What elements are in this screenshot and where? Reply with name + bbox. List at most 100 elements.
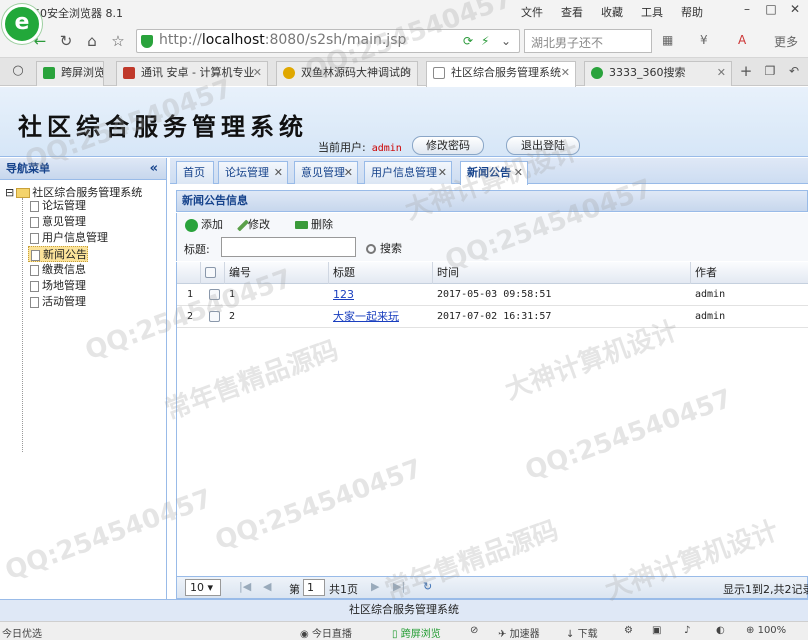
checkbox-icon bbox=[209, 311, 220, 322]
cell-title-link[interactable]: 123 bbox=[329, 284, 354, 306]
grid-icon[interactable]: ▦ bbox=[662, 33, 673, 47]
status-sound-icon[interactable]: ♪ bbox=[684, 625, 690, 636]
sidebar-item-users[interactable]: 用户信息管理 bbox=[28, 230, 108, 246]
url-text: http://localhost:8080/s2sh/main.jsp bbox=[159, 32, 407, 48]
checkbox-icon bbox=[205, 267, 216, 278]
menu-view[interactable]: 查看 bbox=[552, 4, 592, 20]
reload-icon[interactable]: ↻ bbox=[423, 580, 432, 593]
dropdown-icon[interactable]: ⌄ bbox=[501, 34, 511, 48]
search-button[interactable]: 搜索 bbox=[366, 240, 402, 256]
tree-collapse-icon[interactable]: ⊟ bbox=[5, 186, 14, 199]
status-live[interactable]: ◉ 今日直播 bbox=[300, 625, 352, 640]
browser-logo-icon: e bbox=[2, 4, 42, 44]
title-filter-input[interactable] bbox=[221, 237, 356, 257]
browser-tab-360-search[interactable]: 3333_360搜索 ✕ bbox=[584, 61, 732, 86]
page-number-input[interactable]: 1 bbox=[303, 579, 325, 596]
close-window-icon[interactable]: ✕ bbox=[784, 2, 806, 20]
column-id[interactable]: 编号 bbox=[225, 262, 329, 284]
edit-button[interactable]: 修改 bbox=[236, 217, 270, 233]
tab-label: 3333_360搜索 bbox=[609, 66, 686, 79]
cell-id: 2 bbox=[229, 311, 236, 322]
tab-list-icon[interactable]: ❐ bbox=[760, 61, 780, 81]
tab-close-icon[interactable]: ✕ bbox=[253, 62, 262, 84]
status-daily-picks[interactable]: 今日优选 bbox=[2, 625, 42, 640]
collapse-icon[interactable]: « bbox=[150, 158, 158, 180]
status-accelerator[interactable]: ✈ 加速器 bbox=[498, 625, 540, 640]
new-tab-icon[interactable]: + bbox=[736, 61, 756, 81]
table-row[interactable]: 1 1 123 2017-05-03 09:58:51 admin bbox=[177, 284, 808, 306]
menu-favorites[interactable]: 收藏 bbox=[592, 4, 632, 20]
column-title[interactable]: 标题 bbox=[329, 262, 433, 284]
grid-header: 编号 标题 时间 作者 bbox=[177, 262, 808, 284]
title-filter-label: 标题: bbox=[184, 243, 210, 256]
tab-home[interactable]: 首页 bbox=[176, 161, 214, 184]
status-zoom[interactable]: ⊕ 100% bbox=[746, 625, 786, 636]
column-author[interactable]: 作者 bbox=[691, 262, 808, 284]
status-snapshot-icon[interactable]: ▣ bbox=[652, 625, 661, 636]
column-time[interactable]: 时间 bbox=[433, 262, 691, 284]
status-download[interactable]: ↓ 下载 bbox=[566, 625, 598, 640]
next-page-icon[interactable]: ▶ bbox=[371, 580, 379, 593]
tab-close-icon[interactable]: ✕ bbox=[344, 162, 353, 183]
status-tool-icon[interactable]: ⚙ bbox=[624, 625, 633, 636]
browser-tab-community[interactable]: 社区综合服务管理系统 ✕ bbox=[426, 61, 576, 87]
tab-forum[interactable]: 论坛管理 ✕ bbox=[218, 161, 288, 184]
add-button[interactable]: 添加 bbox=[185, 217, 223, 233]
sidebar-item-activities[interactable]: 活动管理 bbox=[28, 294, 86, 310]
sidebar-item-venues[interactable]: 场地管理 bbox=[28, 278, 86, 294]
translate-icon[interactable]: A bbox=[738, 33, 746, 47]
sidebar-item-feedback[interactable]: 意见管理 bbox=[28, 214, 86, 230]
delete-button[interactable]: 删除 bbox=[295, 217, 333, 233]
tab-close-icon[interactable]: ✕ bbox=[274, 162, 283, 183]
menu-file[interactable]: 文件 bbox=[512, 4, 552, 20]
cloud-icon[interactable]: ○ bbox=[8, 61, 28, 81]
tab-favicon-icon bbox=[591, 67, 603, 79]
speed-icon[interactable]: ⟳ bbox=[463, 34, 473, 48]
wallet-icon[interactable]: ¥ bbox=[700, 33, 708, 47]
logout-button[interactable]: 退出登陆 bbox=[506, 136, 580, 155]
tab-close-icon[interactable]: ✕ bbox=[514, 162, 523, 183]
first-page-icon[interactable]: |◀ bbox=[239, 580, 251, 593]
sidebar-item-forum[interactable]: 论坛管理 bbox=[28, 198, 86, 214]
tab-close-icon[interactable]: ✕ bbox=[561, 62, 570, 84]
browser-tab-cross-screen[interactable]: 跨屏浏览 bbox=[36, 61, 104, 86]
star-icon[interactable]: ☆ bbox=[108, 31, 128, 51]
status-cross-screen[interactable]: ▯ 跨屏浏览 bbox=[392, 625, 441, 640]
sidebar-item-payments[interactable]: 缴费信息 bbox=[28, 262, 86, 278]
last-page-icon[interactable]: ▶| bbox=[393, 580, 405, 593]
select-all-checkbox[interactable] bbox=[201, 262, 225, 284]
tab-users[interactable]: 用户信息管理 ✕ bbox=[364, 161, 452, 184]
tab-feedback[interactable]: 意见管理 ✕ bbox=[294, 161, 358, 184]
lightning-icon[interactable]: ⚡ bbox=[481, 34, 489, 48]
refresh-icon[interactable]: ↻ bbox=[56, 31, 76, 51]
search-input[interactable]: 湖北男子还不 bbox=[524, 29, 652, 53]
maximize-icon[interactable]: □ bbox=[760, 2, 782, 20]
change-password-button[interactable]: 修改密码 bbox=[412, 136, 484, 155]
minimize-icon[interactable]: – bbox=[736, 2, 758, 20]
document-icon bbox=[30, 232, 39, 244]
table-row[interactable]: 2 2 大家一起来玩 2017-07-02 16:31:57 admin bbox=[177, 306, 808, 328]
tab-news[interactable]: 新闻公告 ✕ bbox=[460, 161, 528, 185]
tab-favicon-icon bbox=[433, 67, 445, 79]
page-size-select[interactable]: 10 ▾ bbox=[185, 579, 221, 596]
status-lock-icon[interactable]: ◐ bbox=[716, 625, 725, 636]
news-grid: 编号 标题 时间 作者 1 1 123 2017-05-03 09:58:51 … bbox=[176, 262, 808, 576]
browser-tab-shuangyulin[interactable]: 双鱼林源码大神调试的 ✕ bbox=[276, 61, 418, 86]
row-checkbox[interactable] bbox=[205, 284, 220, 306]
cell-title-link[interactable]: 大家一起来玩 bbox=[329, 306, 399, 328]
prev-page-icon[interactable]: ◀ bbox=[263, 580, 271, 593]
row-checkbox[interactable] bbox=[205, 306, 220, 328]
download-icon: ↓ bbox=[566, 629, 575, 640]
url-input[interactable]: http://localhost:8080/s2sh/main.jsp ⟳ ⚡ … bbox=[136, 29, 520, 53]
browser-tab-tongxun[interactable]: 通讯 安卓 - 计算机专业 ✕ bbox=[116, 61, 268, 86]
sidebar-item-news[interactable]: 新闻公告 bbox=[28, 246, 88, 262]
tab-close-icon[interactable]: ✕ bbox=[438, 162, 447, 183]
menu-help[interactable]: 帮助 bbox=[672, 4, 712, 20]
status-mute-icon[interactable]: ⊘ bbox=[470, 625, 478, 636]
home-icon[interactable]: ⌂ bbox=[82, 31, 102, 51]
menu-tools[interactable]: 工具 bbox=[632, 4, 672, 20]
tab-close-icon[interactable]: ✕ bbox=[403, 62, 412, 84]
undo-close-icon[interactable]: ↶ bbox=[784, 61, 804, 81]
tab-close-icon[interactable]: ✕ bbox=[717, 62, 726, 84]
more-label[interactable]: 更多 bbox=[774, 33, 798, 50]
